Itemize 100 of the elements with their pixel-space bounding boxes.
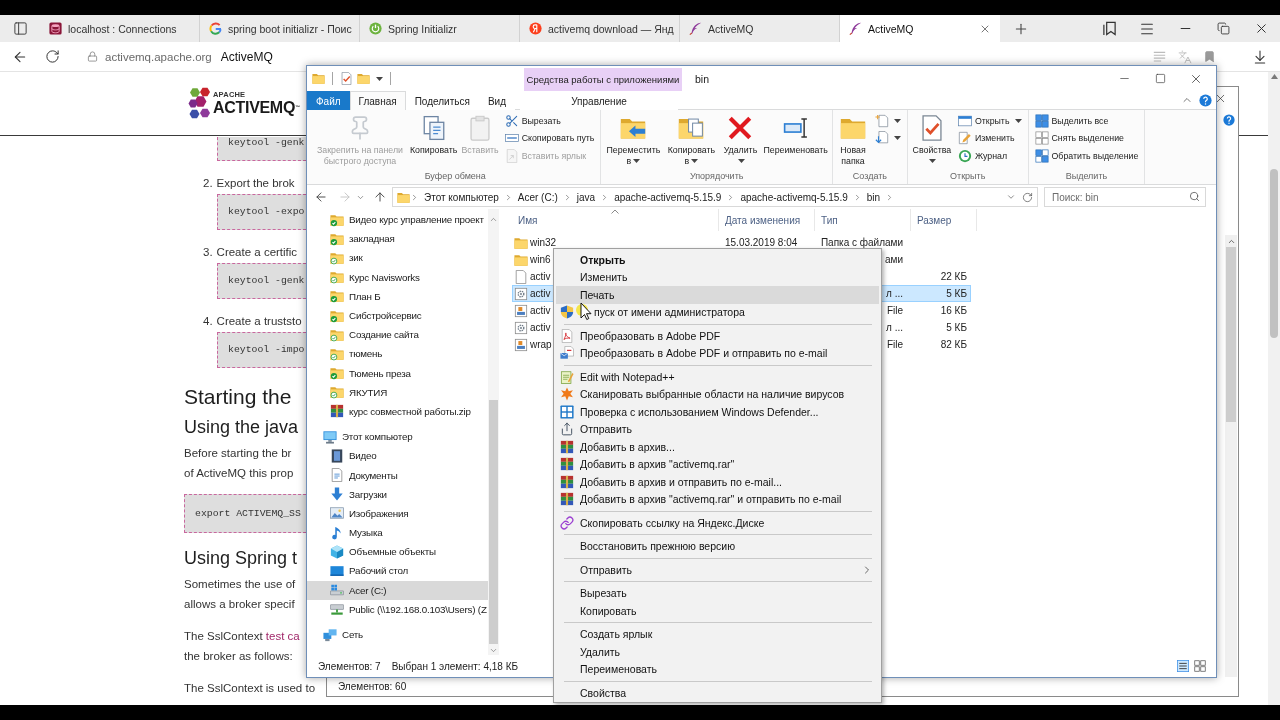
file-item[interactable]: wrap <box>512 336 552 353</box>
nav-item[interactable]: Документы <box>307 465 488 485</box>
nav-item[interactable]: тюмень <box>307 344 488 364</box>
menu-item[interactable]: Изменить <box>556 268 879 286</box>
scrollbar-thumb[interactable] <box>1226 247 1236 422</box>
ribbon-button[interactable]: Удалить <box>719 112 762 166</box>
nav-item[interactable]: Создание сайта <box>307 325 488 345</box>
maximize-icon[interactable] <box>1154 73 1166 84</box>
breadcrumb-item[interactable]: bin <box>861 191 886 203</box>
nav-item[interactable]: Видео <box>307 446 488 466</box>
breadcrumb-item[interactable]: Acer (C:) <box>512 191 563 203</box>
bookmark-icon[interactable] <box>1203 50 1216 63</box>
scrollbar-thumb[interactable] <box>1270 169 1278 338</box>
menu-item[interactable]: Открыть <box>556 251 879 269</box>
help-icon[interactable] <box>1223 114 1235 126</box>
breadcrumb-item[interactable]: apache-activemq-5.15.9 <box>735 191 853 203</box>
chevron-up-icon[interactable] <box>1226 237 1236 246</box>
ribbon-button[interactable]: Переместить в <box>603 112 664 166</box>
column-header[interactable]: Дата изменения <box>719 209 815 231</box>
scrollbar[interactable] <box>1268 72 1280 705</box>
nav-item[interactable]: Acer (C:) <box>307 580 488 600</box>
ribbon-button[interactable]: Изменить <box>955 129 1024 147</box>
nav-item[interactable]: Объемные объекты <box>307 542 488 562</box>
nav-item[interactable]: ЯКУТИЯ <box>307 382 488 402</box>
ribbon-tab[interactable]: Главная <box>349 91 406 110</box>
ribbon-button[interactable]: Переименовать <box>761 112 830 156</box>
back-icon[interactable] <box>314 190 328 204</box>
menu-item[interactable]: Отправить <box>556 420 879 438</box>
menu-item[interactable]: Добавить в архив... <box>556 438 879 456</box>
bookmarks-icon[interactable] <box>1101 21 1117 36</box>
chevron-down-icon[interactable] <box>489 646 498 655</box>
help-icon[interactable] <box>1199 93 1212 107</box>
breadcrumb-item[interactable]: apache-activemq-5.15.9 <box>609 191 727 203</box>
restore-icon[interactable] <box>1216 22 1230 35</box>
ribbon-button[interactable]: Свойства <box>909 112 954 166</box>
scrollbar-thumb[interactable] <box>489 400 498 644</box>
column-header[interactable]: Размер <box>911 209 977 231</box>
nav-item[interactable]: Загрузки <box>307 484 488 504</box>
menu-item[interactable]: Копировать <box>556 602 879 620</box>
file-item[interactable]: activ <box>512 268 551 285</box>
menu-item[interactable]: Отправить <box>556 561 879 579</box>
menu-item[interactable]: Свойства <box>556 684 879 702</box>
file-item[interactable]: win6 <box>512 251 551 268</box>
nav-item[interactable]: Сеть <box>307 624 488 645</box>
file-item[interactable]: activ <box>512 302 551 319</box>
ribbon-tab[interactable]: Файл <box>307 91 350 110</box>
menu-item[interactable]: Добавить в архив и отправить по e-mail... <box>556 473 879 491</box>
nav-item[interactable]: зик <box>307 248 488 268</box>
ribbon-button[interactable]: Открыть <box>955 112 1024 130</box>
large-icons-view-icon[interactable] <box>1194 660 1206 672</box>
breadcrumb-item[interactable]: Этот компьютер <box>419 191 504 203</box>
menu-item[interactable]: пуск от имени администратора <box>556 303 879 321</box>
nav-item[interactable]: курс совместной работы.zip <box>307 401 488 422</box>
address-field[interactable]: Этот компьютер Acer (C:) java apache-activemq-5.15.9 apache-activemq-5.15.9 bin <box>392 187 1038 207</box>
menu-item[interactable]: Добавить в архив "activemq.rar" <box>556 455 879 473</box>
nav-item[interactable]: закладная <box>307 229 488 249</box>
details-view-icon[interactable] <box>1177 660 1189 672</box>
menu-item[interactable]: Edit with Notepad++ <box>556 368 879 386</box>
translate-icon[interactable] <box>1177 49 1192 64</box>
menu-item[interactable]: Преобразовать в Adobe PDF <box>556 327 879 345</box>
url-text[interactable]: activemq.apache.org <box>105 50 212 63</box>
menu-item[interactable]: Удалить <box>556 643 879 661</box>
nav-item[interactable]: План Б <box>307 286 488 306</box>
browser-tab[interactable]: ActiveMQ <box>840 15 1000 42</box>
scroll-up-icon[interactable] <box>1270 74 1278 79</box>
breadcrumb-item[interactable]: java <box>571 191 601 203</box>
ribbon-button[interactable]: Снять выделение <box>1032 129 1141 147</box>
ribbon-button[interactable]: Новая папка <box>834 112 871 166</box>
search-field[interactable]: Поиск: bin <box>1044 187 1206 207</box>
nav-item[interactable]: Public (\\192.168.0.103\Users) (Z <box>307 599 488 619</box>
menu-item[interactable]: Сканировать выбранные области на наличие вирусов <box>556 385 879 403</box>
file-item[interactable]: activ <box>512 319 551 336</box>
menu-item[interactable]: Преобразовать в Adobe PDF и отправить по e-mail <box>556 344 879 362</box>
ribbon-button[interactable]: Выделить все <box>1032 112 1141 130</box>
nav-item[interactable]: Курс Navisworks <box>307 267 488 287</box>
menu-item[interactable]: Вырезать <box>556 584 879 602</box>
menu-item[interactable]: Восстановить прежнюю версию <box>556 537 879 555</box>
nav-item[interactable]: Тюмень преза <box>307 363 488 383</box>
menu-item[interactable]: Проверка с использованием Windows Defender... <box>556 403 879 421</box>
link[interactable]: test ca <box>265 630 300 642</box>
nav-item[interactable]: Изображения <box>307 503 488 523</box>
ribbon-button[interactable]: Скопировать путь <box>502 129 597 147</box>
ribbon-button[interactable]: Обратить выделение <box>1032 147 1141 165</box>
up-icon[interactable] <box>373 190 387 204</box>
column-header[interactable]: Имя <box>512 209 719 231</box>
scrollbar[interactable] <box>488 209 499 655</box>
sidebar-icon[interactable] <box>12 21 28 36</box>
reload-icon[interactable] <box>45 49 60 64</box>
menu-item[interactable]: Переименовать <box>556 660 879 678</box>
menu-item[interactable]: Добавить в архив "activemq.rar" и отправить по e-mail <box>556 490 879 508</box>
nav-item[interactable]: Этот компьютер <box>307 427 488 447</box>
ribbon-button[interactable] <box>872 112 903 130</box>
scrollbar[interactable] <box>1225 235 1237 677</box>
column-header[interactable]: Тип <box>815 209 911 231</box>
refresh-icon[interactable] <box>1022 191 1033 203</box>
nav-item[interactable]: Сибстройсервис <box>307 305 488 326</box>
ribbon-button[interactable]: Копировать <box>408 112 460 156</box>
nav-item[interactable]: Видео курс управление проект <box>307 210 488 230</box>
nav-item[interactable]: Музыка <box>307 523 488 543</box>
file-item[interactable]: win32 <box>512 234 557 251</box>
